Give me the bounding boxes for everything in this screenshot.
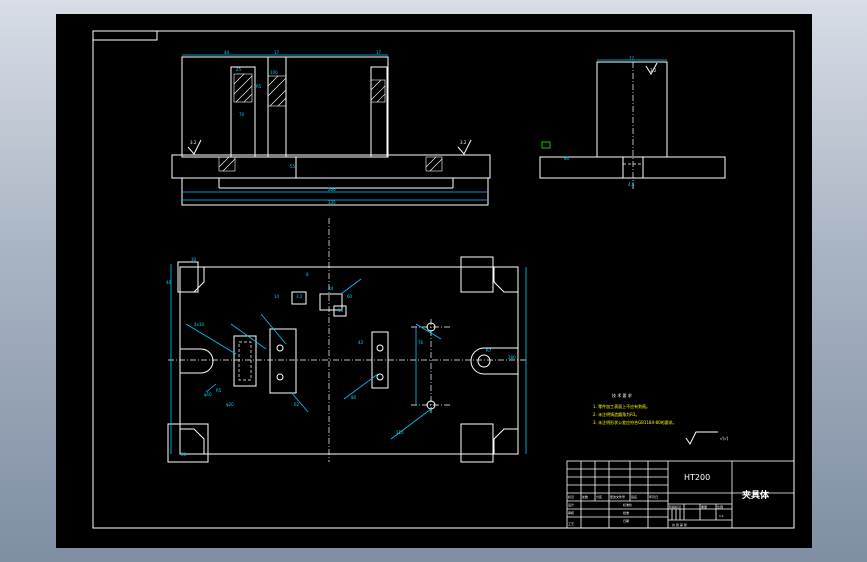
plan-dim-110: 110 bbox=[396, 430, 404, 435]
tech-req-item-2: 2. 未注明铸造圆角为R3。 bbox=[593, 411, 639, 417]
front-dim-55: 55 bbox=[290, 164, 296, 169]
tb-side-approve: 批准 bbox=[623, 510, 629, 515]
roughness-note: √(√) bbox=[720, 436, 729, 441]
front-dim-17b: 17 bbox=[376, 50, 382, 55]
tb-label-zone: 分区 bbox=[596, 494, 602, 499]
plan-dim-r5: R5 bbox=[216, 388, 222, 393]
plan-view: 30 40 8 14 3.2 R4 14 60 280 4x10 R5 80 1… bbox=[166, 218, 527, 463]
plan-dim-40: 40 bbox=[166, 280, 172, 285]
tb-label-change-doc: 更改文件号 bbox=[610, 494, 625, 499]
side-view: 77 3.2 60 4.5 bbox=[539, 56, 726, 189]
tb-sheet-count: 共 张 第 张 bbox=[672, 522, 687, 527]
plan-dim-3-2: 3.2 bbox=[296, 294, 303, 299]
plan-dim-phi10: φ10 bbox=[204, 392, 212, 397]
side-dim-60: 60 bbox=[564, 156, 570, 161]
front-view: 40 17 25 17 R5 70 100 55 266 335 3.2 3.2 bbox=[171, 50, 491, 206]
tb-role-process: 工艺 bbox=[568, 521, 574, 526]
tech-requirements: 技 术 要 求 1. 零件加工表面上不应有划痕。 2. 未注明铸造圆角为R3。 … bbox=[593, 392, 729, 445]
tb-stage-weight: 重量 bbox=[701, 504, 707, 509]
front-dim-r5: R5 bbox=[256, 84, 262, 89]
tb-label-mark: 标记 bbox=[568, 494, 574, 499]
plan-dim-60: 60 bbox=[347, 294, 353, 299]
part-name: 夹具体 bbox=[742, 489, 770, 501]
front-dim-40: 40 bbox=[224, 50, 230, 55]
plan-dim-76: 76 bbox=[418, 340, 424, 345]
plan-dim-phi20: φ20 bbox=[226, 402, 234, 407]
plan-dim-14b: 14 bbox=[338, 308, 344, 313]
tb-role-review: 审核 bbox=[568, 510, 574, 515]
drawing-canvas[interactable]: 40 17 25 17 R5 70 100 55 266 335 3.2 3.2 bbox=[56, 14, 812, 548]
plan-dim-280: 280 bbox=[508, 355, 516, 360]
tb-role-design: 设计 bbox=[568, 502, 574, 507]
tb-label-count: 处数 bbox=[582, 494, 588, 499]
side-dim-77: 77 bbox=[629, 56, 635, 61]
plan-dim-80: 80 bbox=[351, 395, 357, 400]
front-roughness-right: 3.2 bbox=[460, 140, 467, 145]
front-dim-17a: 17 bbox=[274, 50, 280, 55]
tb-label-date: 年月日 bbox=[649, 494, 658, 499]
tb-stage-scale: 比例 bbox=[717, 504, 723, 509]
tb-side-date: 日期 bbox=[623, 518, 629, 523]
front-dim-266: 266 bbox=[328, 187, 336, 192]
material-label: HT200 bbox=[684, 473, 710, 482]
plan-dim-30b: 30 bbox=[181, 452, 187, 457]
front-dim-335: 335 bbox=[328, 200, 336, 205]
plan-dim-62: 62 bbox=[294, 402, 300, 407]
front-roughness-left: 3.2 bbox=[190, 140, 197, 145]
corner-label-box bbox=[92, 30, 158, 41]
tech-req-item-3: 3. 未注明形状公差应符合GB1184-80的要求。 bbox=[593, 419, 677, 425]
cad-viewport[interactable]: 40 17 25 17 R5 70 100 55 266 335 3.2 3.2 bbox=[0, 0, 867, 562]
plan-dim-30: 30 bbox=[191, 257, 197, 262]
front-dim-100: 100 bbox=[270, 70, 278, 75]
plan-dim-8: 8 bbox=[306, 272, 309, 277]
front-dim-70: 70 bbox=[239, 112, 245, 117]
plan-dim-43: 43 bbox=[358, 340, 364, 345]
side-dim-4-5: 4.5 bbox=[628, 182, 635, 187]
tb-scale-value: 1:1 bbox=[719, 514, 724, 518]
tech-req-item-1: 1. 零件加工表面上不应有划痕。 bbox=[593, 403, 650, 409]
drawing-sheet: 40 17 25 17 R5 70 100 55 266 335 3.2 3.2 bbox=[92, 30, 795, 529]
title-block: HT200 夹具体 标记 处数 分区 更改文件号 签名 年月日 设计 审核 工艺… bbox=[566, 460, 795, 529]
plan-dim-r4: R4 bbox=[328, 286, 334, 291]
tb-side-standard: 标准化 bbox=[623, 502, 632, 507]
plan-dim-14: 14 bbox=[274, 294, 280, 299]
tb-stage-mark: 阶段标记 bbox=[669, 504, 681, 509]
tech-req-title: 技 术 要 求 bbox=[612, 392, 632, 398]
plan-dim-4x10: 4x10 bbox=[194, 322, 204, 327]
front-dim-25: 25 bbox=[236, 67, 242, 72]
plan-dim-r7: R7 bbox=[486, 348, 492, 353]
tb-label-sign: 签名 bbox=[631, 494, 637, 499]
